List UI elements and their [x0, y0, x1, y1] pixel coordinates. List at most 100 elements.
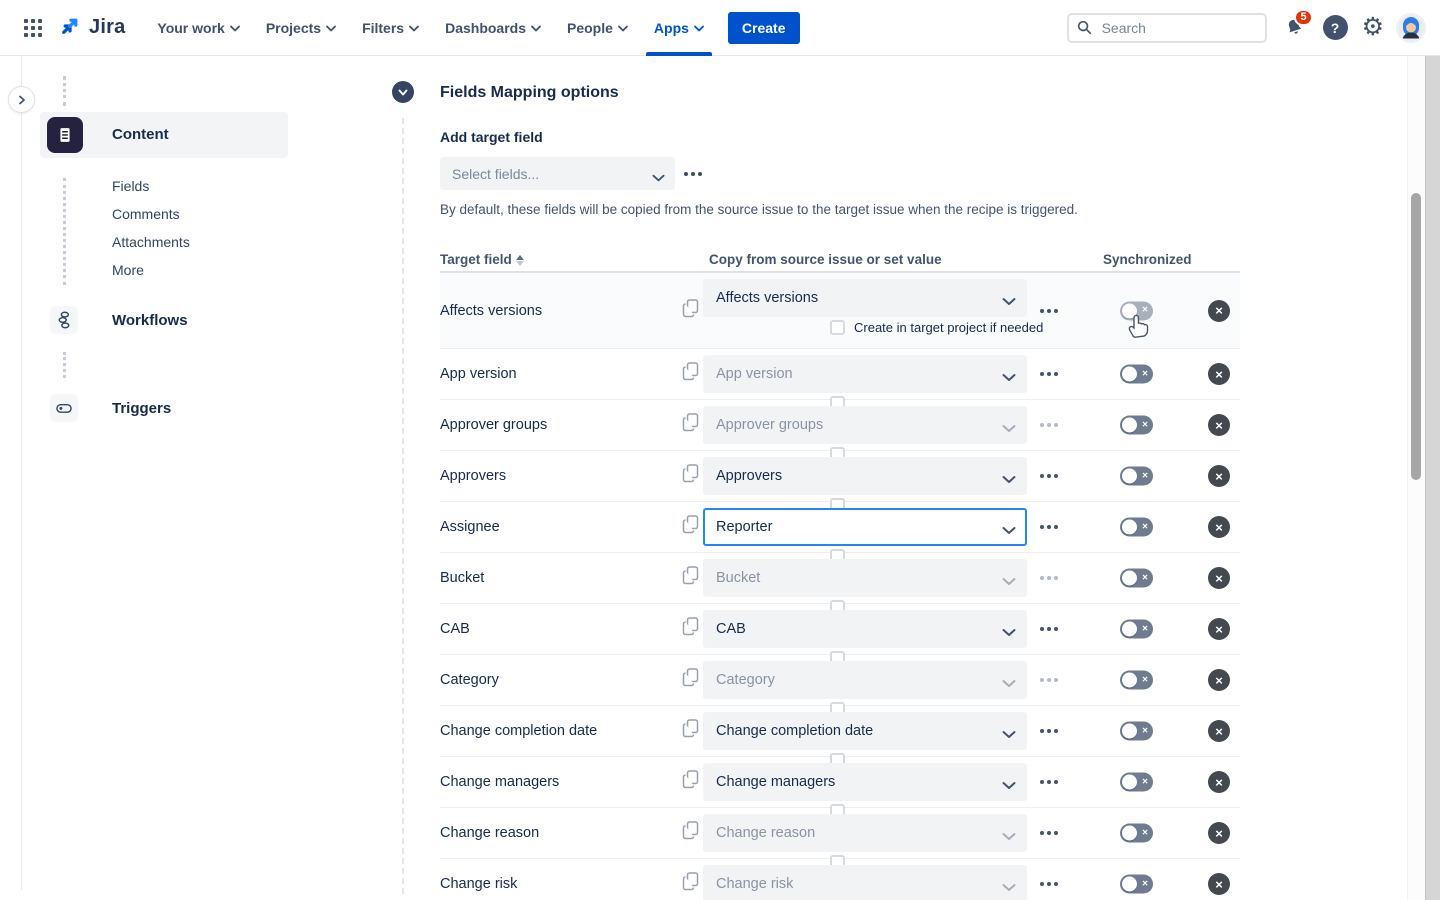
section-collapse-button[interactable]	[392, 81, 414, 103]
remove-field-button[interactable]: ×	[1208, 465, 1230, 487]
synchronized-toggle[interactable]: ×	[1120, 620, 1153, 639]
nav-item-projects[interactable]: Projects	[256, 12, 346, 44]
source-value-select[interactable]: Bucket	[703, 559, 1027, 597]
synchronized-toggle[interactable]: ×	[1120, 518, 1153, 537]
scrollbar-thumb[interactable]	[1411, 193, 1421, 480]
copy-icon[interactable]	[682, 668, 699, 692]
chevron-down-icon	[398, 87, 408, 98]
toggle-off-x-icon: ×	[1142, 573, 1148, 583]
source-value-select[interactable]: Change managers	[703, 763, 1027, 801]
copy-icon[interactable]	[682, 821, 699, 845]
row-more-button[interactable]	[1040, 668, 1058, 692]
row-more-button[interactable]	[1040, 617, 1058, 641]
source-value-select[interactable]: App version	[703, 355, 1027, 393]
row-more-button[interactable]	[1040, 299, 1058, 323]
app-switcher-icon[interactable]	[16, 11, 50, 45]
remove-field-button[interactable]: ×	[1208, 822, 1230, 844]
copy-icon[interactable]	[682, 617, 699, 641]
nav-item-your-work[interactable]: Your work	[147, 12, 249, 44]
column-target-field[interactable]: Target field	[440, 252, 524, 267]
remove-field-button[interactable]: ×	[1208, 300, 1230, 322]
remove-field-button[interactable]: ×	[1208, 873, 1230, 895]
create-button[interactable]: Create	[728, 12, 800, 44]
source-value-select[interactable]: Approver groups	[703, 406, 1027, 444]
remove-field-button[interactable]: ×	[1208, 669, 1230, 691]
sidebar-item-workflows[interactable]: Workflows	[50, 306, 78, 334]
synchronized-toggle[interactable]: ×	[1120, 773, 1153, 792]
row-more-button[interactable]	[1040, 362, 1058, 386]
source-value-select[interactable]: Approvers	[703, 457, 1027, 495]
search-input[interactable]	[1100, 19, 1257, 37]
source-value-select[interactable]: Affects versions	[703, 279, 1027, 317]
copy-icon[interactable]	[682, 770, 699, 794]
remove-field-button[interactable]: ×	[1208, 363, 1230, 385]
copy-icon[interactable]	[682, 872, 699, 896]
sidebar-item-triggers[interactable]: Triggers	[50, 394, 78, 422]
source-value-select[interactable]: Reporter	[703, 508, 1027, 546]
user-avatar[interactable]	[1398, 15, 1424, 41]
settings-gear-icon[interactable]: ⚙	[1362, 15, 1384, 40]
row-more-button[interactable]	[1040, 464, 1058, 488]
add-field-more-button[interactable]	[684, 162, 702, 186]
source-value-select[interactable]: Change completion date	[703, 712, 1027, 750]
synchronized-toggle[interactable]: ×	[1120, 365, 1153, 384]
toggle-knob	[1122, 520, 1137, 535]
synchronized-toggle[interactable]: ×	[1120, 875, 1153, 894]
primary-nav: Your workProjectsFiltersDashboardsPeople…	[147, 0, 714, 56]
jira-logo[interactable]: Jira	[58, 15, 125, 40]
copy-icon[interactable]	[682, 362, 699, 386]
row-more-button[interactable]	[1040, 515, 1058, 539]
copy-icon[interactable]	[682, 464, 699, 488]
source-value-select[interactable]: Change risk	[703, 865, 1027, 900]
meatball-menu-icon	[1040, 882, 1058, 886]
copy-icon[interactable]	[682, 719, 699, 743]
close-icon: ×	[1215, 622, 1223, 637]
nav-item-people[interactable]: People	[557, 12, 638, 44]
sidebar-subitem-comments[interactable]: Comments	[112, 200, 190, 228]
synchronized-toggle[interactable]: ×	[1120, 824, 1153, 843]
sidebar-subitem-fields[interactable]: Fields	[112, 172, 190, 200]
toggle-knob	[1122, 303, 1137, 318]
synchronized-toggle[interactable]: ×	[1120, 722, 1153, 741]
help-button[interactable]: ?	[1323, 15, 1348, 40]
notifications-button[interactable]: 5	[1281, 14, 1309, 42]
nav-item-apps[interactable]: Apps	[644, 12, 714, 44]
scrollbar-track[interactable]	[1407, 56, 1425, 900]
synchronized-toggle[interactable]: ×	[1120, 416, 1153, 435]
copy-icon[interactable]	[682, 515, 699, 539]
copy-icon[interactable]	[682, 299, 699, 323]
checkbox[interactable]	[830, 320, 845, 335]
connector-dots	[63, 178, 66, 285]
source-value-select[interactable]: CAB	[703, 610, 1027, 648]
sidebar-item-content[interactable]: Content	[40, 112, 288, 158]
row-more-button[interactable]	[1040, 413, 1058, 437]
row-more-button[interactable]	[1040, 770, 1058, 794]
sidebar-subitem-more[interactable]: More	[112, 256, 190, 284]
source-value-select[interactable]: Category	[703, 661, 1027, 699]
row-more-button[interactable]	[1040, 719, 1058, 743]
row-more-button[interactable]	[1040, 872, 1058, 896]
synchronized-toggle[interactable]: ×	[1120, 569, 1153, 588]
synchronized-toggle[interactable]: ×	[1120, 467, 1153, 486]
source-value-select[interactable]: Change reason	[703, 814, 1027, 852]
synchronized-toggle[interactable]: ×	[1120, 301, 1153, 320]
nav-item-dashboards[interactable]: Dashboards	[435, 12, 551, 44]
search-box[interactable]	[1067, 13, 1267, 43]
column-synchronized: Synchronized	[1103, 252, 1192, 267]
sidebar-subitem-attachments[interactable]: Attachments	[112, 228, 190, 256]
add-target-field-select[interactable]: Select fields...	[440, 157, 675, 190]
remove-field-button[interactable]: ×	[1208, 414, 1230, 436]
row-more-button[interactable]	[1040, 821, 1058, 845]
synchronized-toggle[interactable]: ×	[1120, 671, 1153, 690]
remove-field-button[interactable]: ×	[1208, 720, 1230, 742]
row-more-button[interactable]	[1040, 566, 1058, 590]
remove-field-button[interactable]: ×	[1208, 567, 1230, 589]
remove-field-button[interactable]: ×	[1208, 516, 1230, 538]
remove-field-button[interactable]: ×	[1208, 618, 1230, 640]
remove-field-button[interactable]: ×	[1208, 771, 1230, 793]
toggle-off-x-icon: ×	[1142, 777, 1148, 787]
copy-icon[interactable]	[682, 413, 699, 437]
sidebar-expand-button[interactable]	[8, 86, 35, 113]
copy-icon[interactable]	[682, 566, 699, 590]
nav-item-filters[interactable]: Filters	[352, 12, 429, 44]
